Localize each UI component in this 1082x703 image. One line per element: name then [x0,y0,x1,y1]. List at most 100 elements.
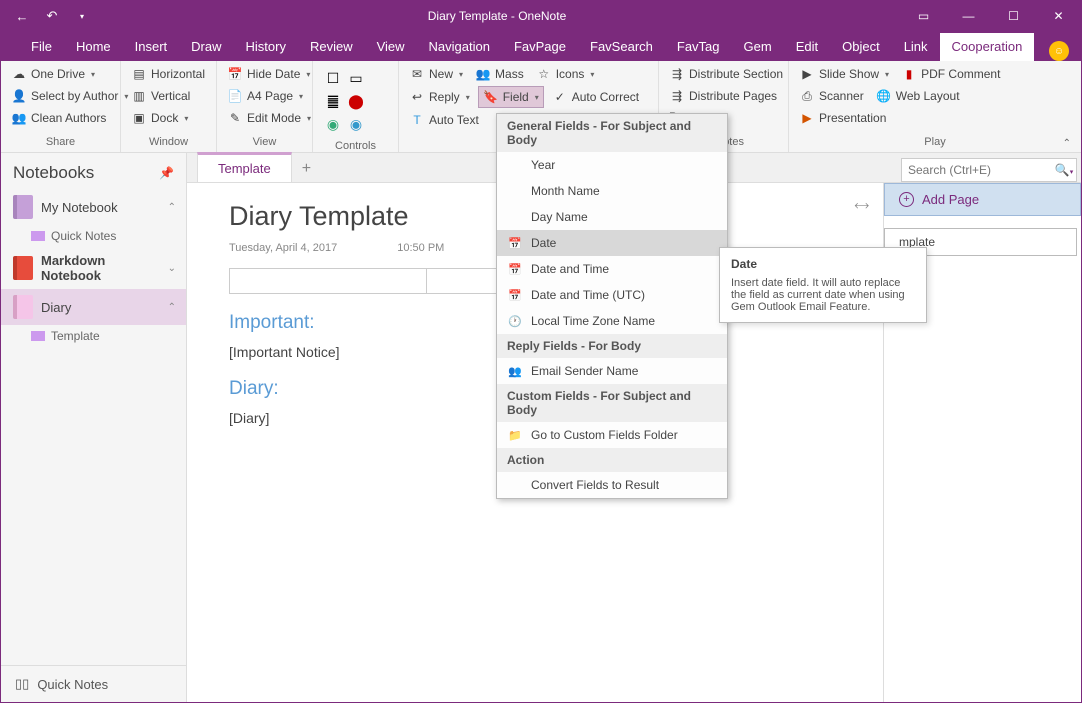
cloud-icon: ☁ [11,66,27,82]
dropdown-item-year[interactable]: Year [497,152,727,178]
new-button[interactable]: ✉New▾ [405,64,467,84]
icons-button[interactable]: ☆Icons▾ [532,64,599,84]
reply-icon: ↩ [409,89,425,105]
tab-edit[interactable]: Edit [784,33,830,61]
mass-button[interactable]: 👥Mass [471,64,528,84]
close-button[interactable]: ✕ [1036,1,1081,31]
a4-page-button[interactable]: 📄A4 Page▾ [223,86,306,106]
minimize-button[interactable]: — [946,1,991,31]
tooltip-body: Insert date field. It will auto replace … [731,277,915,313]
tab-file[interactable]: File [19,33,64,61]
chevron-down-icon: ⌄ [168,263,176,274]
feedback-icon[interactable]: ☺ [1049,41,1069,61]
dropdown-item-timezone[interactable]: 🕐Local Time Zone Name [497,308,727,334]
notebook-diary[interactable]: Diary ⌃ [1,289,186,325]
tab-draw[interactable]: Draw [179,33,233,61]
qat-customize[interactable]: ▾ [71,5,93,27]
web-icon: 🌐 [876,88,892,104]
section-template[interactable]: Template [1,325,186,347]
distribute-pages-button[interactable]: ⇶Distribute Pages [665,86,782,106]
control-icon-1[interactable]: ☐ [323,68,343,88]
search-icon[interactable]: 🔍▾ [1052,163,1076,177]
tab-link[interactable]: Link [892,33,940,61]
dropdown-item-sender[interactable]: 👥Email Sender Name [497,358,727,384]
star-icon: ☆ [536,66,552,82]
control-icon-2[interactable]: ▭ [346,68,366,88]
dropdown-item-day[interactable]: Day Name [497,204,727,230]
auto-correct-button[interactable]: ✓Auto Correct [548,87,643,107]
clean-authors-button[interactable]: 👥Clean Authors [7,108,114,128]
quick-notes-footer[interactable]: ▯▯ Quick Notes [1,665,186,702]
tab-navigation[interactable]: Navigation [417,33,502,61]
ribbon-mode-button[interactable]: ▭ [901,1,946,31]
reply-button[interactable]: ↩Reply▾ [405,87,474,107]
add-section-button[interactable]: + [292,156,321,182]
control-icon-6[interactable]: ◉ [346,114,366,134]
select-by-author-button[interactable]: 👤Select by Author▾ [7,86,114,106]
dock-button[interactable]: ▣Dock▾ [127,108,210,128]
page-date: Tuesday, April 4, 2017 [229,242,337,254]
tooltip: Date Insert date field. It will auto rep… [719,247,927,323]
pdf-comment-button[interactable]: ▮PDF Comment [897,64,1004,84]
pin-icon[interactable]: 📌 [159,166,174,180]
search-box[interactable]: 🔍▾ [901,158,1077,182]
dropdown-header-custom: Custom Fields - For Subject and Body [497,384,727,422]
dropdown-item-datetime[interactable]: 📅Date and Time [497,256,727,282]
auto-text-button[interactable]: TAuto Text [405,110,483,130]
tab-history[interactable]: History [234,33,298,61]
tab-home[interactable]: Home [64,33,123,61]
tab-favpage[interactable]: FavPage [502,33,578,61]
notebook-markdown[interactable]: Markdown Notebook ⌄ [1,247,186,289]
vertical-icon: ▥ [131,88,147,104]
dropdown-item-convert[interactable]: Convert Fields to Result [497,472,727,498]
expand-icon[interactable]: ⤢ [851,196,871,216]
back-button[interactable]: ← [11,5,33,27]
horizontal-button[interactable]: ▤Horizontal [127,64,210,84]
field-icon: 🔖 [483,89,499,105]
presentation-button[interactable]: ▶Presentation [795,108,890,128]
search-input[interactable] [902,163,1052,177]
tab-favtag[interactable]: FavTag [665,33,732,61]
group-label-view: View [223,134,306,150]
tab-object[interactable]: Object [830,33,892,61]
scanner-button[interactable]: ⎙Scanner [795,86,868,106]
folder-icon: 📁 [507,427,523,443]
slide-show-button[interactable]: ▶Slide Show▾ [795,64,893,84]
notebook-my-notebook[interactable]: My Notebook ⌃ [1,189,186,225]
control-icon-4[interactable]: ⬤ [346,91,366,111]
tab-review[interactable]: Review [298,33,365,61]
onedrive-button[interactable]: ☁One Drive▾ [7,64,114,84]
control-icon-3[interactable]: ䷀ [323,91,343,111]
add-page-button[interactable]: + Add Page [884,183,1081,216]
web-layout-button[interactable]: 🌐Web Layout [872,86,964,106]
dropdown-item-goto-folder[interactable]: 📁Go to Custom Fields Folder [497,422,727,448]
dist-pages-icon: ⇶ [669,88,685,104]
clock-icon: 🕐 [507,313,523,329]
chevron-up-icon: ⌃ [168,202,176,213]
tab-cooperation[interactable]: Cooperation [940,33,1035,61]
hide-date-button[interactable]: 📅Hide Date▾ [223,64,306,84]
collapse-ribbon-icon[interactable]: ⌃ [1063,138,1071,149]
dropdown-item-date[interactable]: 📅Date [497,230,727,256]
page-time: 10:50 PM [397,242,444,254]
edit-mode-button[interactable]: ✎Edit Mode▾ [223,108,306,128]
tab-view[interactable]: View [365,33,417,61]
title-bar: ← ↶ ▾ Diary Template - OneNote ▭ — ☐ ✕ [1,1,1081,31]
edit-icon: ✎ [227,110,243,126]
tab-favsearch[interactable]: FavSearch [578,33,665,61]
notebook-icon [13,295,33,319]
tab-insert[interactable]: Insert [123,33,180,61]
distribute-section-button[interactable]: ⇶Distribute Section [665,64,782,84]
section-quick-notes[interactable]: Quick Notes [1,225,186,247]
control-icon-5[interactable]: ◉ [323,114,343,134]
dropdown-item-datetime-utc[interactable]: 📅Date and Time (UTC) [497,282,727,308]
dropdown-item-month[interactable]: Month Name [497,178,727,204]
section-tab-template[interactable]: Template [197,152,292,182]
field-button[interactable]: 🔖Field▾ [478,86,544,108]
undo-button[interactable]: ↶ [41,5,63,27]
maximize-button[interactable]: ☐ [991,1,1036,31]
vertical-button[interactable]: ▥Vertical [127,86,210,106]
section-icon [31,331,45,341]
group-label-window: Window [127,134,210,150]
tab-gem[interactable]: Gem [732,33,784,61]
